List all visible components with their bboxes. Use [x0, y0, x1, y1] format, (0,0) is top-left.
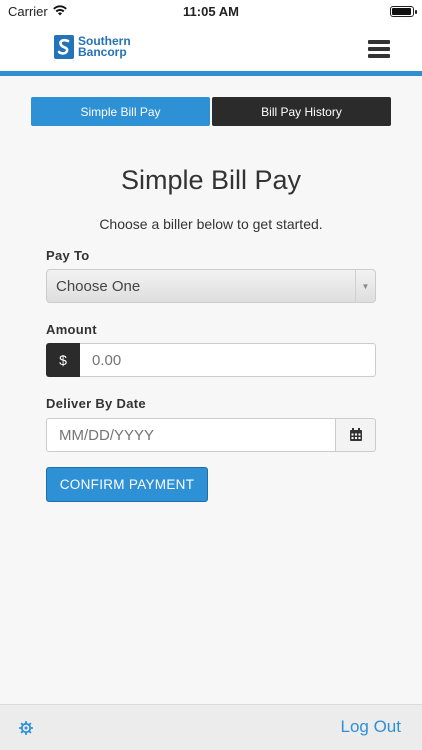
dollar-prefix: $: [46, 343, 80, 377]
clock: 11:05 AM: [183, 4, 239, 19]
deliver-by-date-label: Deliver By Date: [46, 396, 146, 411]
tab-simple-bill-pay[interactable]: Simple Bill Pay: [31, 97, 210, 126]
pay-to-selected-value: Choose One: [56, 278, 141, 295]
status-bar: Carrier 11:05 AM: [0, 0, 422, 24]
hamburger-menu-icon[interactable]: [368, 40, 390, 58]
logo-mark-icon: [54, 35, 74, 59]
app-header: Southern Bancorp: [0, 24, 422, 76]
deliver-by-date-input[interactable]: [46, 418, 336, 452]
tab-bill-pay-history[interactable]: Bill Pay History: [212, 97, 391, 126]
calendar-icon: [349, 428, 362, 441]
gear-icon[interactable]: [19, 721, 33, 735]
battery-level: [392, 8, 411, 15]
footer-bar: Log Out: [0, 704, 422, 750]
deliver-by-date-group: [46, 418, 376, 452]
logo-line-2: Bancorp: [78, 45, 127, 59]
confirm-payment-button[interactable]: CONFIRM PAYMENT: [46, 467, 208, 502]
bill-pay-tabs: Simple Bill Pay Bill Pay History: [31, 97, 391, 126]
amount-label: Amount: [46, 322, 97, 337]
page-subtitle: Choose a biller below to get started.: [99, 216, 323, 232]
pay-to-select[interactable]: Choose One ▼: [46, 269, 376, 303]
page-title: Simple Bill Pay: [120, 165, 302, 195]
calendar-button[interactable]: [336, 418, 376, 452]
logout-link[interactable]: Log Out: [341, 717, 402, 737]
pay-to-label: Pay To: [46, 248, 90, 263]
southern-bancorp-logo: Southern Bancorp: [54, 32, 131, 62]
chevron-down-icon: ▼: [355, 270, 375, 302]
logo-wordmark: Southern Bancorp: [78, 35, 131, 59]
battery-icon: [390, 6, 417, 17]
amount-input-group: $: [46, 343, 376, 377]
amount-input[interactable]: [80, 343, 376, 377]
